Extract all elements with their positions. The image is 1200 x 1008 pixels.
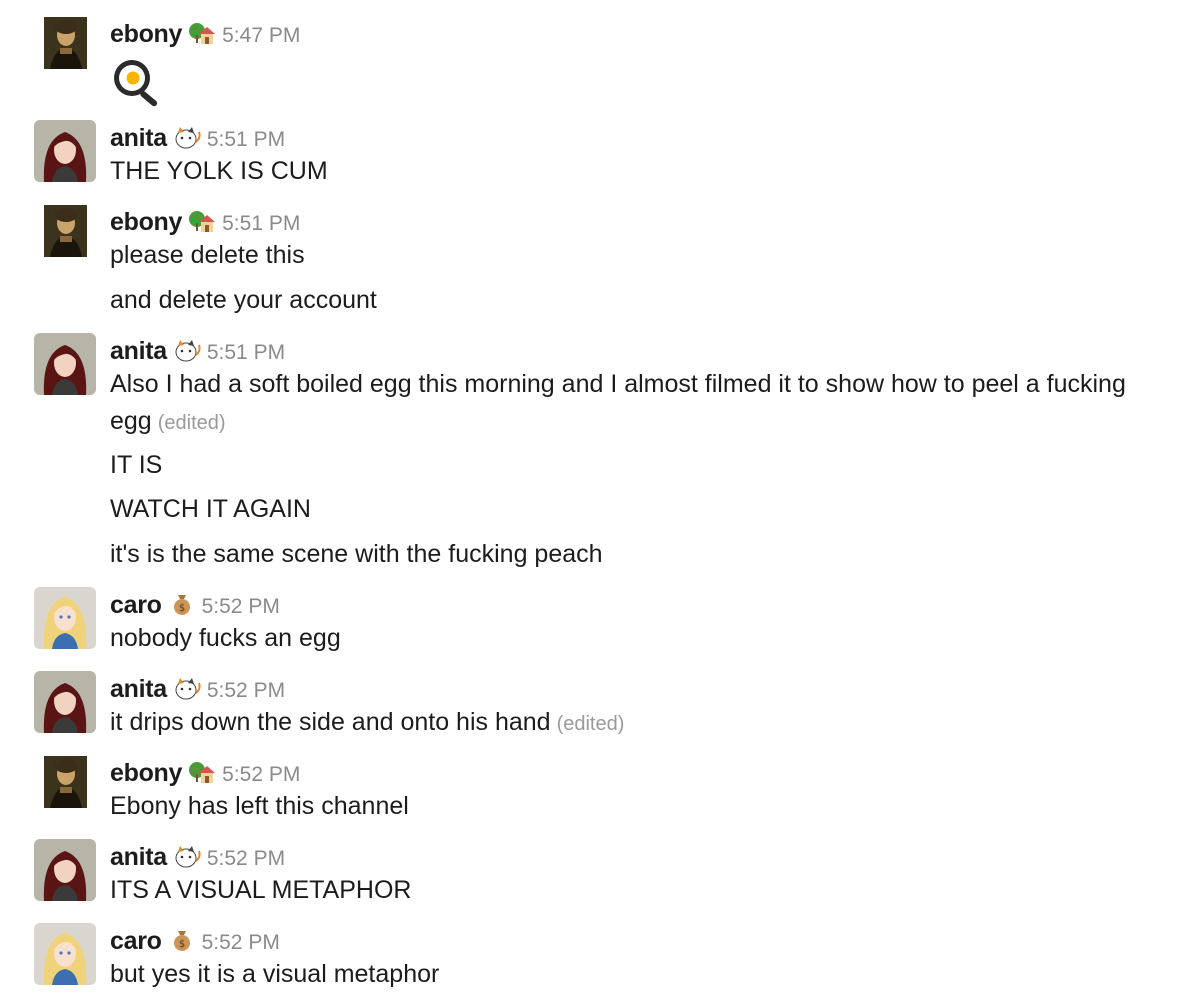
message: anita 5:51 PM THE YOLK IS CUM — [0, 120, 1200, 186]
author-name[interactable]: ebony — [110, 759, 182, 788]
message-feed: ebony 5:47 PM anita 5:51 PM THE YOLK IS … — [0, 0, 1200, 1008]
message: anita 5:51 PM Also I had a soft boiled e… — [0, 333, 1200, 573]
message: anita 5:52 PM ITS A VISUAL METAPHOR — [0, 839, 1200, 905]
timestamp[interactable]: 5:51 PM — [207, 128, 285, 152]
timestamp[interactable]: 5:52 PM — [202, 595, 280, 619]
calico-cat-emoji-icon — [173, 675, 201, 701]
calico-cat-emoji-icon — [173, 124, 201, 150]
message-text: egg (edited) — [110, 404, 226, 440]
avatar[interactable] — [44, 205, 87, 257]
blonde-woman-avatar-icon — [34, 587, 96, 649]
dark-haired-woman-avatar-icon — [34, 839, 96, 901]
svg-text:$: $ — [178, 939, 184, 950]
message-text: ITS A VISUAL METAPHOR — [110, 876, 412, 904]
timestamp[interactable]: 5:52 PM — [207, 847, 285, 871]
avatar[interactable] — [34, 671, 96, 733]
message-text: Also I had a soft boiled egg this mornin… — [110, 370, 1126, 398]
calico-cat-emoji-icon — [173, 843, 201, 869]
message-text: it's is the same scene with the fucking … — [110, 540, 603, 568]
avatar[interactable] — [34, 587, 96, 649]
timestamp[interactable]: 5:52 PM — [222, 763, 300, 787]
message-text-part: it drips down the side and onto his hand — [110, 708, 551, 736]
author-name[interactable]: anita — [110, 843, 167, 872]
message: ebony 5:51 PM please delete this and del… — [0, 204, 1200, 318]
message-text: but yes it is a visual metaphor — [110, 960, 440, 988]
message-text: nobody fucks an egg — [110, 624, 341, 652]
avatar[interactable] — [44, 756, 87, 808]
message-text: THE YOLK IS CUM — [110, 157, 328, 185]
timestamp[interactable]: 5:51 PM — [207, 341, 285, 365]
message-text: Ebony has left this channel — [110, 792, 409, 820]
calico-cat-emoji-icon — [173, 337, 201, 363]
author-name[interactable]: anita — [110, 124, 167, 153]
dark-haired-woman-avatar-icon — [34, 120, 96, 182]
money-bag-emoji-icon: $ — [168, 927, 196, 953]
dark-haired-woman-avatar-icon — [34, 333, 96, 395]
money-bag-emoji-icon: $ — [168, 591, 196, 617]
author-name[interactable]: anita — [110, 675, 167, 704]
message-text: and delete your account — [110, 286, 377, 314]
message: caro $ 5:52 PM but yes it is a visual me… — [0, 923, 1200, 989]
message-header: ebony 5:51 PM — [110, 204, 300, 236]
timestamp[interactable]: 5:52 PM — [207, 679, 285, 703]
message-header: anita 5:52 PM — [110, 839, 285, 871]
message-text: please delete this — [110, 241, 305, 269]
avatar[interactable] — [34, 923, 96, 985]
author-name[interactable]: caro — [110, 927, 162, 956]
author-name[interactable]: ebony — [110, 20, 182, 49]
message-text: WATCH IT AGAIN — [110, 495, 311, 523]
message: caro $ 5:52 PM nobody fucks an egg — [0, 587, 1200, 653]
blonde-woman-avatar-icon — [34, 923, 96, 985]
painting-portrait-avatar-icon — [44, 17, 87, 69]
message-text-part: egg — [110, 407, 152, 435]
message-text: IT IS — [110, 451, 163, 479]
message: ebony 5:52 PM Ebony has left this channe… — [0, 755, 1200, 821]
message-header: anita 5:51 PM — [110, 120, 285, 152]
edited-label: (edited) — [157, 412, 226, 434]
author-name[interactable]: ebony — [110, 208, 182, 237]
avatar[interactable] — [44, 17, 87, 69]
message-header: caro $ 5:52 PM — [110, 923, 280, 955]
house-tree-emoji-icon — [188, 208, 216, 234]
house-tree-emoji-icon — [188, 20, 216, 46]
dark-haired-woman-avatar-icon — [34, 671, 96, 733]
author-name[interactable]: anita — [110, 337, 167, 366]
author-name[interactable]: caro — [110, 591, 162, 620]
avatar[interactable] — [34, 839, 96, 901]
svg-text:$: $ — [178, 603, 184, 614]
message: ebony 5:47 PM — [0, 16, 1200, 108]
message: anita 5:52 PM it drips down the side and… — [0, 671, 1200, 737]
timestamp[interactable]: 5:51 PM — [222, 212, 300, 236]
fried-egg-pan-emoji-icon — [110, 56, 166, 113]
painting-portrait-avatar-icon — [44, 205, 87, 257]
message-header: anita 5:51 PM — [110, 333, 285, 365]
timestamp[interactable]: 5:47 PM — [222, 24, 300, 48]
message-header: ebony 5:52 PM — [110, 755, 300, 787]
avatar[interactable] — [34, 333, 96, 395]
painting-portrait-avatar-icon — [44, 756, 87, 808]
message-text: it drips down the side and onto his hand… — [110, 705, 624, 741]
message-header: anita 5:52 PM — [110, 671, 285, 703]
avatar[interactable] — [34, 120, 96, 182]
house-tree-emoji-icon — [188, 759, 216, 785]
message-header: caro $ 5:52 PM — [110, 587, 280, 619]
edited-label: (edited) — [556, 713, 625, 735]
timestamp[interactable]: 5:52 PM — [202, 931, 280, 955]
message-header: ebony 5:47 PM — [110, 16, 300, 48]
